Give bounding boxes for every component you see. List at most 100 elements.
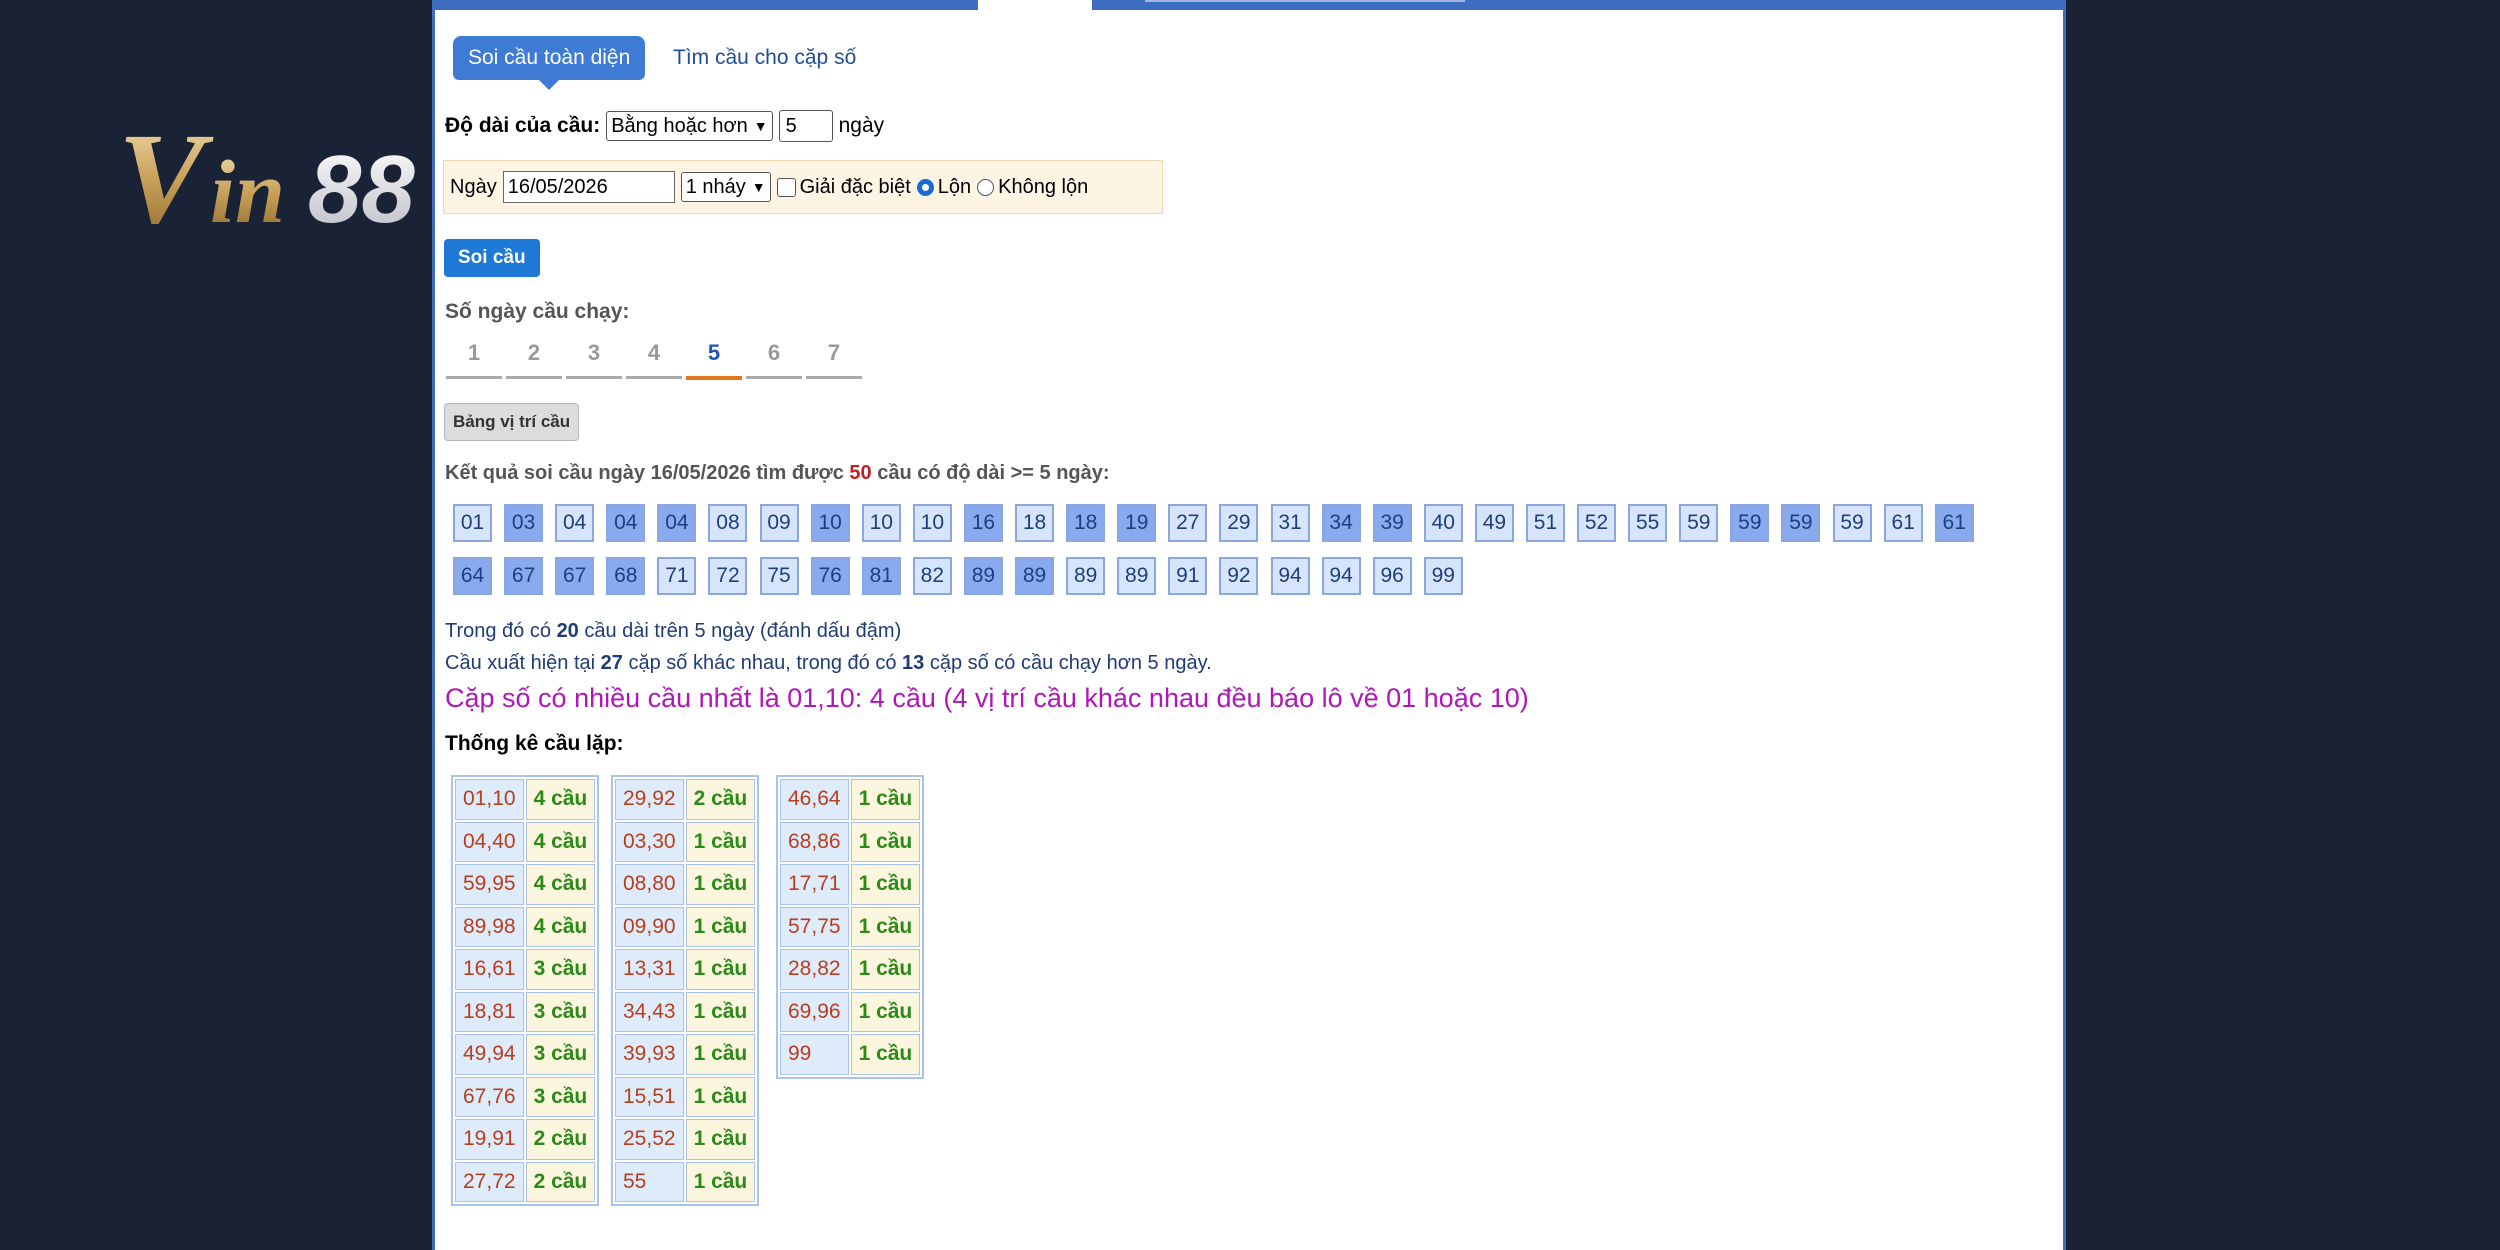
stats-count: 1 cầu xyxy=(685,1034,756,1075)
pair-chip[interactable]: 03 xyxy=(504,504,544,542)
pair-chip[interactable]: 10 xyxy=(810,504,850,542)
pair-chip[interactable]: 09 xyxy=(759,504,799,542)
tab-tim-cau-cap-so[interactable]: Tìm cầu cho cặp số xyxy=(673,36,856,80)
pair-chip[interactable]: 34 xyxy=(1321,504,1361,542)
pair-chip[interactable]: 67 xyxy=(504,557,544,595)
day-tab-6[interactable]: 6 xyxy=(746,336,802,379)
length-mode-select[interactable]: Bằng hoặc hơn ▼ xyxy=(606,111,773,141)
tab-soi-cau-toan-dien[interactable]: Soi cầu toàn diện xyxy=(453,36,646,90)
stats-row: 49,94 3 cầu xyxy=(455,1034,596,1075)
option-lon[interactable]: Lộn xyxy=(916,175,972,199)
pair-chip[interactable]: 08 xyxy=(708,504,748,542)
top-bar-mark xyxy=(1145,0,1465,2)
date-input[interactable]: 16/05/2026 xyxy=(502,171,675,203)
pair-chip[interactable]: 16 xyxy=(963,504,1003,542)
day-tab-3[interactable]: 3 xyxy=(566,336,622,379)
special-prize-option[interactable]: Giải đặc biệt xyxy=(776,176,911,199)
stats-table-3: 46,64 1 cầu 68,86 1 cầu 17,71 1 cầu 57,75 1 cầu… xyxy=(776,775,925,1079)
day-tab-2[interactable]: 2 xyxy=(506,336,562,379)
pair-chip[interactable]: 40 xyxy=(1423,504,1463,542)
pair-chip[interactable]: 89 xyxy=(963,557,1003,595)
option-khong-lon[interactable]: Không lộn xyxy=(977,176,1088,199)
pair-chip[interactable]: 82 xyxy=(912,557,952,595)
pair-chip[interactable]: 04 xyxy=(606,504,646,542)
stats-row: 18,81 3 cầu xyxy=(455,991,596,1032)
stats-row: 55 1 cầu xyxy=(615,1161,756,1202)
pair-chip[interactable]: 64 xyxy=(453,557,492,595)
pair-chip[interactable]: 59 xyxy=(1781,504,1821,542)
pair-chip[interactable]: 92 xyxy=(1219,557,1259,595)
stats-count: 1 cầu xyxy=(685,1076,756,1117)
pair-chip[interactable]: 91 xyxy=(1168,557,1208,595)
stats-row: 28,82 1 cầu xyxy=(780,949,921,990)
pair-chip[interactable]: 94 xyxy=(1321,557,1361,595)
pair-chip[interactable]: 75 xyxy=(759,557,799,595)
stats-pair: 39,93 xyxy=(615,1034,684,1075)
stats-count: 1 cầu xyxy=(850,821,921,862)
result-count: 50 xyxy=(849,462,872,484)
pair-chip[interactable]: 39 xyxy=(1372,504,1412,542)
pair-chip[interactable]: 04 xyxy=(657,504,697,542)
pair-chip[interactable]: 01 xyxy=(453,504,492,542)
stats-pair: 17,71 xyxy=(780,864,849,905)
stats-table-2: 29,92 2 cầu 03,30 1 cầu 08,80 1 cầu 09,90 1 cầu… xyxy=(611,775,760,1206)
pair-chip[interactable]: 31 xyxy=(1270,504,1310,542)
stats-pair: 25,52 xyxy=(615,1119,684,1160)
pair-chip[interactable]: 81 xyxy=(861,557,901,595)
pair-chip[interactable]: 96 xyxy=(1372,557,1412,595)
day-tab-4[interactable]: 4 xyxy=(626,336,682,379)
stats-count: 1 cầu xyxy=(850,949,921,990)
pair-chip[interactable]: 27 xyxy=(1168,504,1208,542)
pair-chip[interactable]: 51 xyxy=(1525,504,1565,542)
stats-row: 29,92 2 cầu xyxy=(615,779,756,820)
pair-chip[interactable]: 89 xyxy=(1066,557,1106,595)
pair-chip[interactable]: 72 xyxy=(708,557,748,595)
pair-chip[interactable]: 52 xyxy=(1577,504,1617,542)
day-tab-7[interactable]: 7 xyxy=(806,336,862,379)
pair-chip[interactable]: 10 xyxy=(861,504,901,542)
stats-pair: 67,76 xyxy=(455,1076,524,1117)
radio-khong-lon[interactable] xyxy=(977,178,995,196)
day-tab-1[interactable]: 1 xyxy=(446,336,502,379)
soi-cau-button[interactable]: Soi cầu xyxy=(444,239,540,277)
pair-chip[interactable]: 61 xyxy=(1883,504,1923,542)
jump-select[interactable]: 1 nháy ▼ xyxy=(680,172,771,202)
vin88-logo: V in 88 xyxy=(118,110,415,240)
stats-pair: 01,10 xyxy=(455,779,524,820)
special-prize-checkbox[interactable] xyxy=(776,177,796,197)
pair-chip[interactable]: 99 xyxy=(1423,557,1463,595)
pair-chip[interactable]: 76 xyxy=(810,557,850,595)
pair-chip[interactable]: 49 xyxy=(1474,504,1514,542)
stats-row: 57,75 1 cầu xyxy=(780,906,921,947)
length-value-input[interactable]: 5 xyxy=(778,110,833,142)
pair-chip[interactable]: 94 xyxy=(1270,557,1310,595)
pair-chip[interactable]: 71 xyxy=(657,557,697,595)
pair-chip[interactable]: 59 xyxy=(1679,504,1719,542)
info1-a: Trong đó có xyxy=(445,620,551,642)
stats-pair: 09,90 xyxy=(615,906,684,947)
stats-row: 04,40 4 cầu xyxy=(455,821,596,862)
pair-chip[interactable]: 67 xyxy=(555,557,595,595)
day-tab-5[interactable]: 5 xyxy=(686,336,742,380)
pair-chip[interactable]: 04 xyxy=(555,504,595,542)
pair-chip[interactable]: 61 xyxy=(1934,504,1974,542)
svg-text:V: V xyxy=(118,110,214,240)
radio-lon[interactable] xyxy=(916,178,934,196)
stats-count: 1 cầu xyxy=(685,949,756,990)
pair-chip[interactable]: 18 xyxy=(1015,504,1055,542)
pair-chip[interactable]: 55 xyxy=(1628,504,1668,542)
stats-pair: 69,96 xyxy=(780,991,849,1032)
stats-title: Thống kê cầu lặp: xyxy=(445,732,624,755)
bang-vi-tri-cau-button[interactable]: Bảng vị trí cầu xyxy=(444,403,580,441)
pair-chip[interactable]: 68 xyxy=(606,557,646,595)
stats-row: 03,30 1 cầu xyxy=(615,821,756,862)
option-lon-label: Lộn xyxy=(937,175,972,198)
pair-chip[interactable]: 89 xyxy=(1015,557,1055,595)
pair-chip[interactable]: 29 xyxy=(1219,504,1259,542)
pair-chip[interactable]: 89 xyxy=(1117,557,1157,595)
pair-chip[interactable]: 10 xyxy=(912,504,952,542)
pair-chip[interactable]: 18 xyxy=(1066,504,1106,542)
pair-chip[interactable]: 59 xyxy=(1832,504,1872,542)
pair-chip[interactable]: 59 xyxy=(1730,504,1770,542)
pair-chip[interactable]: 19 xyxy=(1117,504,1157,542)
